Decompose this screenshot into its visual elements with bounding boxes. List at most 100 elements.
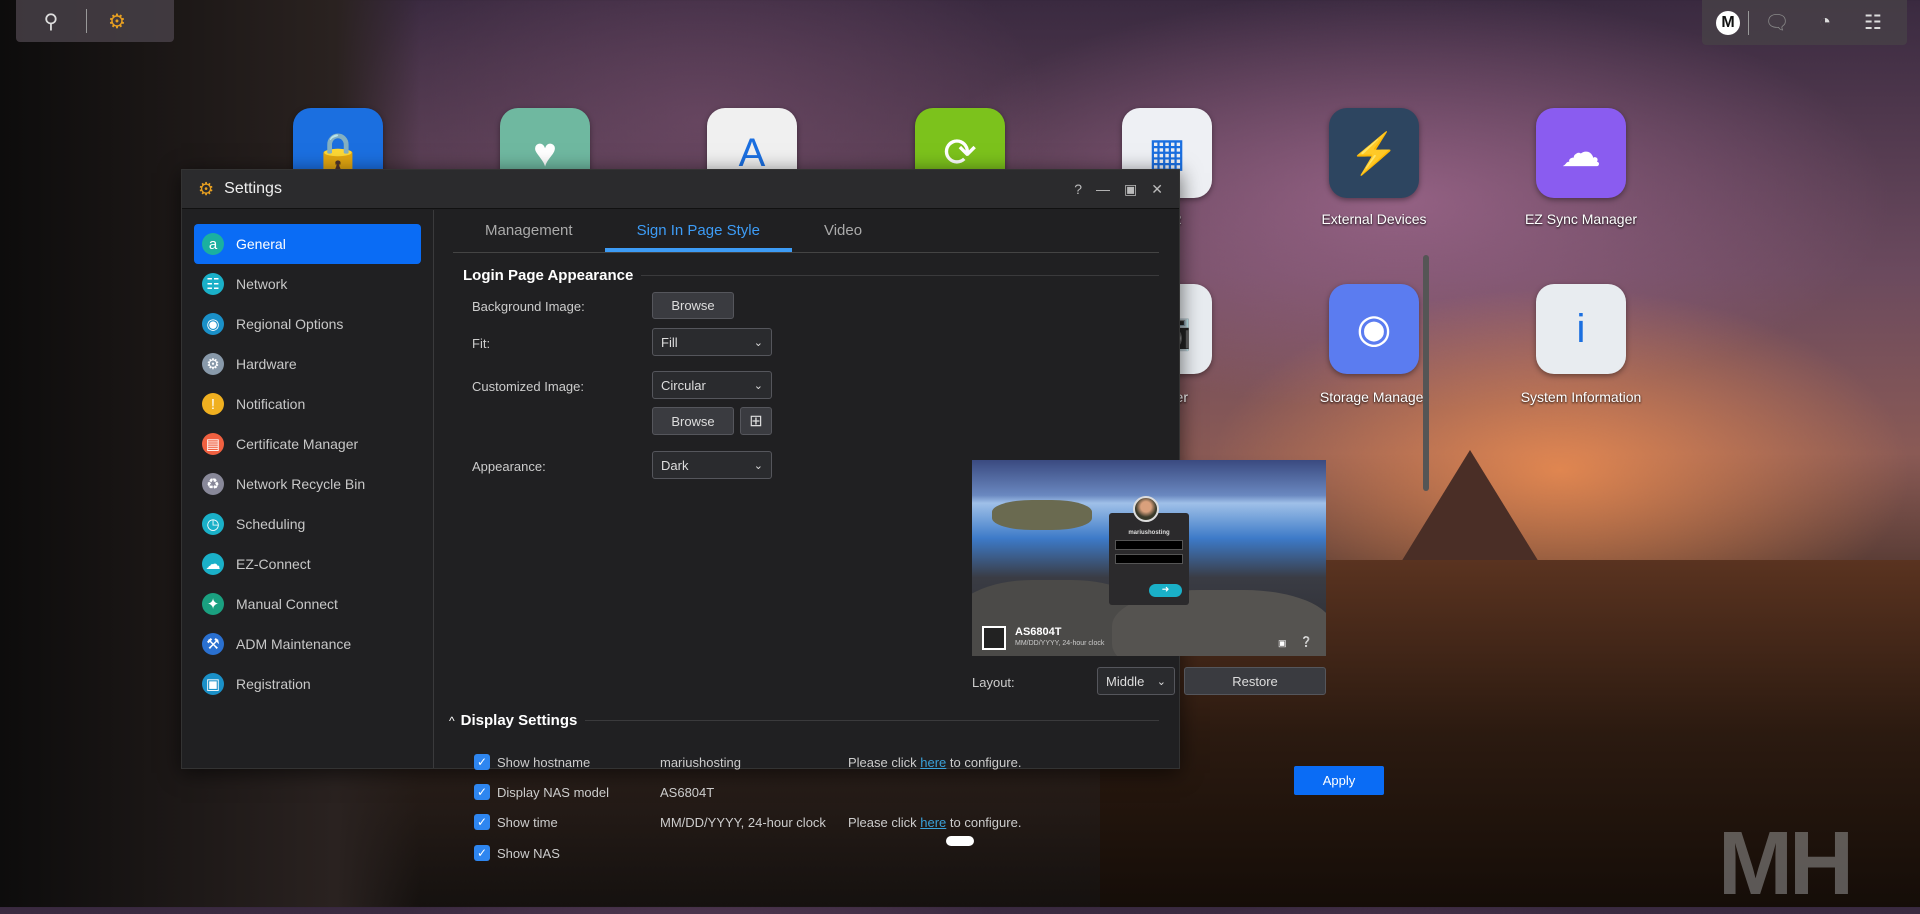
customized-image-label: Customized Image: [472,379,584,394]
watermark-logo: MH [1718,814,1854,914]
settings-window: ⚙ Settings ? — ▣ ✕ a General ☷ Network ◉ Regi… [181,169,1429,861]
maximize-icon[interactable]: ▣ [1124,181,1137,198]
restore-button[interactable]: Restore [1184,667,1326,695]
crop-icon[interactable]: ⊞ [740,407,772,435]
option-label: Show NAS [497,846,560,861]
general-icon: a [202,233,224,255]
app-label[interactable]: External Devices [1294,211,1454,228]
sidebar-item-scheduling[interactable]: ◷ Scheduling [194,504,421,544]
collapse-icon[interactable]: ^ [449,714,455,728]
checkbox-display-nas-model[interactable]: ✓ [474,784,490,800]
sidebar-item-registration[interactable]: ▣ Registration [194,664,421,704]
checkbox-show-nas[interactable]: ✓ [474,845,490,861]
chevron-down-icon: ⌄ [753,336,763,349]
app-label[interactable]: Storage Manager [1294,389,1454,406]
chevron-down-icon: ⌄ [1156,675,1166,688]
sidebar-item-label: Registration [236,676,311,692]
maintenance-icon: ⚒ [202,633,224,655]
title-bar[interactable]: ⚙ Settings ? — ▣ ✕ [182,170,1179,209]
fit-select[interactable]: Fill ⌄ [652,328,772,356]
user-avatar[interactable]: M [1716,10,1740,35]
check-icon: ✓ [476,815,488,829]
preview-hostname: mariushosting [1128,530,1170,536]
option-label: Display NAS model [497,785,609,800]
ez-connect-icon: ☁ [202,553,224,575]
page-indicator[interactable] [946,836,974,846]
preview-login-box: mariushosting ➜ [1109,513,1189,605]
search-icon[interactable]: ⚲ [16,9,86,34]
note-text: to configure. [946,815,1022,830]
taskbar-left: ⚲ ⚙ [16,0,174,42]
configure-note: Please click here to configure. [848,755,1021,770]
sidebar-item-network-recycle-bin[interactable]: ♻ Network Recycle Bin [194,464,421,504]
scrollbar[interactable] [1423,255,1429,491]
browse-background-button[interactable]: Browse [652,292,734,319]
sidebar-item-label: ADM Maintenance [236,636,352,652]
sidebar-item-general[interactable]: a General [194,224,421,264]
sidebar-item-regional-options[interactable]: ◉ Regional Options [194,304,421,344]
tab-management[interactable]: Management [453,210,605,252]
layout-label: Layout: [972,675,1015,690]
message-icon[interactable]: 🗨 [1757,10,1797,35]
preview-username-field [1115,540,1183,550]
configure-link[interactable]: here [920,755,946,770]
close-icon[interactable]: ✕ [1151,181,1163,198]
apply-button[interactable]: Apply [1294,766,1384,795]
sidebar-item-manual-connect[interactable]: ✦ Manual Connect [194,584,421,624]
checkbox-show-time[interactable]: ✓ [474,814,490,830]
help-icon: ❔ [1300,637,1313,648]
sidebar-item-label: Network [236,276,288,292]
sidebar-item-hardware[interactable]: ⚙ Hardware [194,344,421,384]
appearance-value: Dark [661,457,689,473]
settings-icon[interactable]: ⚙ [87,9,147,34]
configure-link[interactable]: here [920,815,946,830]
sidebar-item-certificate-manager[interactable]: ▤ Certificate Manager [194,424,421,464]
option-label: Show hostname [497,755,591,770]
usb-icon[interactable]: ⚡ [1329,108,1419,198]
window-title: Settings [224,180,282,197]
sidebar-item-label: General [236,236,286,252]
appearance-select[interactable]: Dark ⌄ [652,451,772,479]
note-text: Please click [848,815,921,830]
browse-custom-image-button[interactable]: Browse [652,407,734,435]
dashboard-icon[interactable]: ◔ [1805,11,1845,34]
check-icon: ✓ [476,846,488,860]
taskbar-right: M 🗨 ◔ ☷ [1702,0,1907,45]
layout-value: Middle [1106,673,1145,689]
storage-icon[interactable]: ◉ [1329,284,1419,374]
chevron-down-icon: ⌄ [753,459,763,472]
option-value: AS6804T [660,785,715,800]
regional-icon: ◉ [202,313,224,335]
sidebar-item-label: Network Recycle Bin [236,476,366,492]
app-label[interactable]: System Information [1501,389,1661,406]
sidebar-item-network[interactable]: ☷ Network [194,264,421,304]
controls-icon[interactable]: ☷ [1853,10,1893,35]
sidebar-item-label: Manual Connect [236,596,338,612]
notification-icon: ! [202,393,224,415]
info-icon[interactable]: i [1536,284,1626,374]
arrow-right-icon: ➜ [1149,584,1182,597]
cloud-sync-icon[interactable]: ☁ [1536,108,1626,198]
settings-icon: ⚙ [198,178,215,199]
app-label[interactable]: EZ Sync Manager [1501,211,1661,228]
chevron-down-icon: ⌄ [753,379,763,392]
section-heading[interactable]: ^ Display Settings [449,712,1159,729]
registration-icon: ▣ [202,673,224,695]
language-icon: ▣ [1278,638,1287,648]
preview-avatar [1133,496,1159,522]
minimize-icon[interactable]: — [1096,181,1110,198]
help-icon[interactable]: ? [1074,181,1082,198]
sidebar-item-adm-maintenance[interactable]: ⚒ ADM Maintenance [194,624,421,664]
sidebar-item-ez-connect[interactable]: ☁ EZ-Connect [194,544,421,584]
layout-select[interactable]: Middle ⌄ [1097,667,1175,695]
check-icon: ✓ [476,785,488,799]
tab-video[interactable]: Video [792,210,894,252]
customized-image-select[interactable]: Circular ⌄ [652,371,772,399]
background-image-label: Background Image: [472,299,585,314]
tab-sign-in-page-style[interactable]: Sign In Page Style [604,210,792,252]
scheduling-icon: ◷ [202,513,224,535]
configure-note: Please click here to configure. [848,815,1021,830]
sidebar-item-notification[interactable]: ! Notification [194,384,421,424]
option-value: mariushosting [660,755,741,770]
checkbox-show-hostname[interactable]: ✓ [474,754,490,770]
